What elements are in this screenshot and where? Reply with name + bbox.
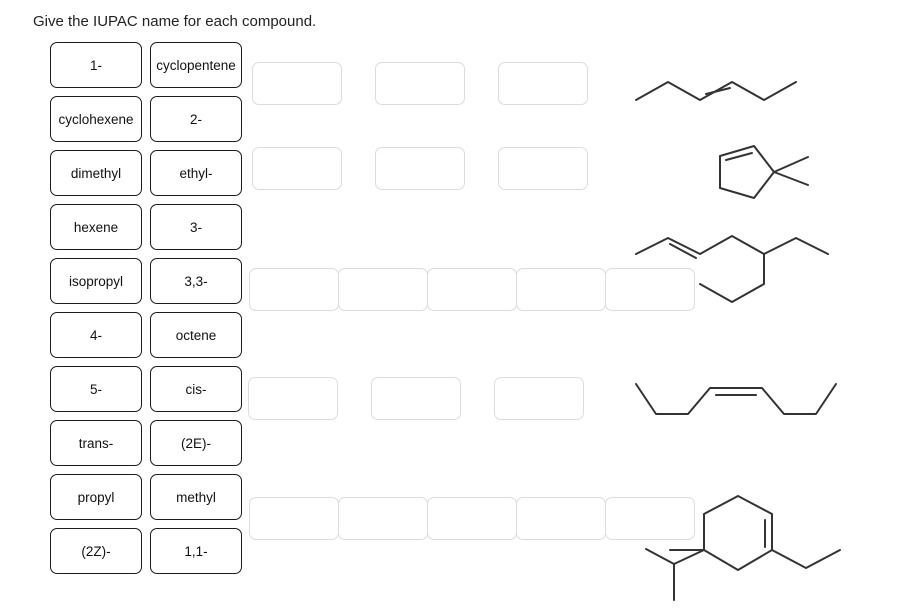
word-tile-propyl[interactable]: propyl	[50, 474, 142, 520]
word-tile-cyclohexene[interactable]: cyclohexene	[50, 96, 142, 142]
word-tile-cyclopentene[interactable]: cyclopentene	[150, 42, 242, 88]
structure-3-branched-alkene-chain	[632, 228, 864, 316]
word-tile-label: propyl	[77, 489, 115, 505]
word-tile-label: 1,1-	[184, 543, 208, 559]
word-tile-label: octene	[175, 327, 217, 343]
word-tile-label: 3,3-	[184, 273, 208, 289]
structure-4-cis-alkene-chain	[630, 378, 855, 423]
answer-row-2	[252, 147, 588, 190]
word-tile-dimethyl[interactable]: dimethyl	[50, 150, 142, 196]
answer-slot[interactable]	[252, 147, 342, 190]
answer-slot[interactable]	[249, 497, 339, 540]
answer-slot[interactable]	[248, 377, 338, 420]
word-tile-1[interactable]: 1-	[50, 42, 142, 88]
word-tile-label: ethyl-	[179, 165, 213, 181]
word-tile-2e[interactable]: (2E)-	[150, 420, 242, 466]
word-tile-2z[interactable]: (2Z)-	[50, 528, 142, 574]
word-tile-label: dimethyl	[70, 165, 122, 181]
word-tile-trans[interactable]: trans-	[50, 420, 142, 466]
answer-slot[interactable]	[516, 497, 606, 540]
answer-slot[interactable]	[494, 377, 584, 420]
word-tile-5[interactable]: 5-	[50, 366, 142, 412]
word-tile-label: cis-	[185, 381, 207, 397]
structure-5-substituted-cyclohexene	[638, 492, 878, 607]
word-tile-label: isopropyl	[68, 273, 124, 289]
word-tile-label: 2-	[189, 111, 202, 127]
structure-2-gem-dimethyl-cyclopentene	[706, 140, 831, 206]
word-tile-11[interactable]: 1,1-	[150, 528, 242, 574]
word-bank-row: dimethyl ethyl-	[50, 150, 246, 196]
word-tile-label: 4-	[89, 327, 102, 343]
word-tile-label: cyclopentene	[156, 57, 236, 73]
answer-slot[interactable]	[427, 497, 517, 540]
word-tile-2[interactable]: 2-	[150, 96, 242, 142]
answer-row-4	[248, 377, 584, 420]
answer-slot[interactable]	[338, 497, 428, 540]
answer-slot[interactable]	[498, 62, 588, 105]
word-tile-label: trans-	[78, 435, 114, 451]
answer-slot[interactable]	[427, 268, 517, 311]
answer-slot[interactable]	[375, 62, 465, 105]
word-bank-row: isopropyl 3,3-	[50, 258, 246, 304]
word-tile-cis[interactable]: cis-	[150, 366, 242, 412]
word-tile-isopropyl[interactable]: isopropyl	[50, 258, 142, 304]
answer-row-5	[249, 497, 695, 540]
word-tile-label: (2E)-	[181, 435, 211, 451]
word-tile-33[interactable]: 3,3-	[150, 258, 242, 304]
word-bank-row: trans- (2E)-	[50, 420, 246, 466]
word-bank-row: 1- cyclopentene	[50, 42, 246, 88]
word-bank-row: (2Z)- 1,1-	[50, 528, 246, 574]
word-tile-label: 1-	[89, 57, 102, 73]
structure-1-trans-alkene-chain	[628, 60, 843, 108]
page-title: Give the IUPAC name for each compound.	[33, 13, 317, 30]
answer-row-1	[252, 62, 588, 105]
word-bank-row: 4- octene	[50, 312, 246, 358]
word-tile-4[interactable]: 4-	[50, 312, 142, 358]
word-bank-row: 5- cis-	[50, 366, 246, 412]
word-tile-label: methyl	[176, 489, 216, 505]
answer-slot[interactable]	[252, 62, 342, 105]
answer-row-3	[249, 268, 695, 311]
word-tile-methyl[interactable]: methyl	[150, 474, 242, 520]
word-tile-label: 3-	[189, 219, 202, 235]
word-tile-ethyl[interactable]: ethyl-	[150, 150, 242, 196]
answer-slot[interactable]	[498, 147, 588, 190]
answer-slot[interactable]	[249, 268, 339, 311]
word-tile-hexene[interactable]: hexene	[50, 204, 142, 250]
word-bank-row: propyl methyl	[50, 474, 246, 520]
answer-slot[interactable]	[371, 377, 461, 420]
word-bank: 1- cyclopentene cyclohexene 2- dimethyl …	[50, 42, 246, 582]
answer-slot[interactable]	[516, 268, 606, 311]
word-tile-label: cyclohexene	[58, 111, 134, 127]
word-tile-label: 5-	[89, 381, 102, 397]
word-tile-octene[interactable]: octene	[150, 312, 242, 358]
answer-slot[interactable]	[338, 268, 428, 311]
word-tile-label: hexene	[73, 219, 119, 235]
word-tile-label: (2Z)-	[81, 543, 111, 559]
answer-slot[interactable]	[375, 147, 465, 190]
word-bank-row: hexene 3-	[50, 204, 246, 250]
word-bank-row: cyclohexene 2-	[50, 96, 246, 142]
word-tile-3[interactable]: 3-	[150, 204, 242, 250]
